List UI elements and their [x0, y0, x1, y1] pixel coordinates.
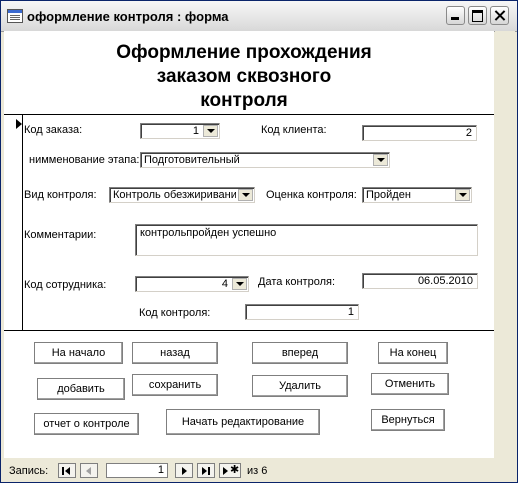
- form-heading: Оформление прохождения заказом сквозного…: [104, 41, 384, 113]
- minimize-button[interactable]: [446, 6, 465, 25]
- client-code-field[interactable]: 2: [362, 125, 477, 141]
- title-bar: оформление контроля : форма: [1, 1, 517, 32]
- next-record-button[interactable]: вперед: [252, 342, 348, 364]
- last-record-nav-button[interactable]: [197, 463, 215, 478]
- form-icon: [7, 9, 23, 23]
- comments-field[interactable]: контрольпройден успешно: [135, 224, 478, 256]
- header-divider: [4, 114, 494, 115]
- chevron-down-icon[interactable]: [232, 278, 247, 290]
- close-button[interactable]: [490, 6, 509, 25]
- arrow-left-icon: [86, 467, 91, 475]
- arrow-left-icon: [65, 467, 70, 475]
- maximize-button[interactable]: [468, 6, 487, 25]
- add-record-button[interactable]: добавить: [37, 378, 125, 400]
- control-date-label: Дата контроля:: [258, 276, 336, 288]
- arrow-right-icon: [223, 467, 228, 475]
- control-report-button[interactable]: отчет о контроле: [34, 413, 139, 435]
- chevron-down-icon[interactable]: [238, 189, 253, 201]
- stage-name-combo[interactable]: Подготовительный: [140, 152, 390, 168]
- start-editing-button[interactable]: Начать редактирование: [166, 409, 320, 435]
- record-selector-divider: [22, 115, 23, 330]
- next-record-nav-button[interactable]: [175, 463, 193, 478]
- form-heading-line-2: заказом сквозного: [156, 66, 332, 87]
- last-record-button[interactable]: На конец: [378, 342, 448, 364]
- control-rating-label: Оценка контроля:: [266, 189, 357, 201]
- arrow-right-icon: [182, 467, 187, 475]
- previous-record-button[interactable]: назад: [132, 342, 218, 364]
- save-record-button[interactable]: сохранить: [132, 374, 218, 396]
- first-record-nav-button[interactable]: [58, 463, 76, 478]
- client-code-label: Код клиента:: [261, 124, 327, 136]
- control-type-value: Контроль обезжиривани: [113, 189, 236, 201]
- comments-label: Комментарии:: [24, 229, 97, 241]
- previous-record-nav-button[interactable]: [80, 463, 98, 478]
- order-code-value: 1: [192, 125, 199, 137]
- stage-name-value: Подготовительный: [144, 154, 240, 166]
- footer-divider: [4, 330, 494, 331]
- control-rating-value: Пройден: [366, 189, 411, 201]
- control-rating-combo[interactable]: Пройден: [362, 187, 472, 203]
- control-type-label: Вид контроля:: [24, 189, 97, 201]
- current-record-pointer-icon: [16, 119, 22, 129]
- asterisk-icon: ✱: [230, 464, 240, 476]
- new-record-nav-button[interactable]: ✱: [219, 463, 241, 478]
- of-label: из: [247, 465, 259, 477]
- chevron-down-icon[interactable]: [203, 125, 218, 137]
- employee-code-combo[interactable]: 4: [135, 276, 249, 292]
- order-code-combo[interactable]: 1: [140, 123, 220, 139]
- delete-record-button[interactable]: Удалить: [252, 375, 348, 397]
- form-heading-line-1: Оформление прохождения: [116, 42, 372, 63]
- vertical-scrollbar[interactable]: [495, 31, 515, 458]
- arrow-right-icon: [202, 467, 207, 475]
- record-total: из 6: [247, 465, 267, 477]
- order-code-label: Код заказа:: [24, 124, 83, 136]
- employee-code-value: 4: [221, 278, 228, 290]
- bar-icon: [62, 467, 64, 475]
- record-navigation-bar: Запись: 1 ✱ из 6: [4, 460, 515, 480]
- record-label: Запись:: [9, 465, 49, 477]
- cancel-button[interactable]: Отменить: [371, 373, 449, 395]
- form-body: Оформление прохождения заказом сквозного…: [4, 31, 494, 458]
- total-records: 6: [261, 465, 268, 477]
- return-button[interactable]: Вернуться: [371, 409, 445, 431]
- employee-code-label: Код сотрудника:: [24, 279, 107, 291]
- chevron-down-icon[interactable]: [373, 154, 388, 166]
- window-title: оформление контроля : форма: [27, 9, 229, 24]
- form-heading-line-3: контроля: [200, 90, 288, 111]
- control-date-field[interactable]: 06.05.2010: [362, 273, 478, 289]
- first-record-button[interactable]: На начало: [34, 342, 123, 364]
- chevron-down-icon[interactable]: [455, 189, 470, 201]
- bar-icon: [208, 467, 210, 475]
- control-code-label: Код контроля:: [139, 307, 211, 319]
- current-record-input[interactable]: 1: [106, 463, 168, 478]
- control-type-combo[interactable]: Контроль обезжиривани: [109, 187, 255, 203]
- stage-name-label: нимменование этапа:: [29, 154, 140, 166]
- control-code-field[interactable]: 1: [245, 304, 359, 320]
